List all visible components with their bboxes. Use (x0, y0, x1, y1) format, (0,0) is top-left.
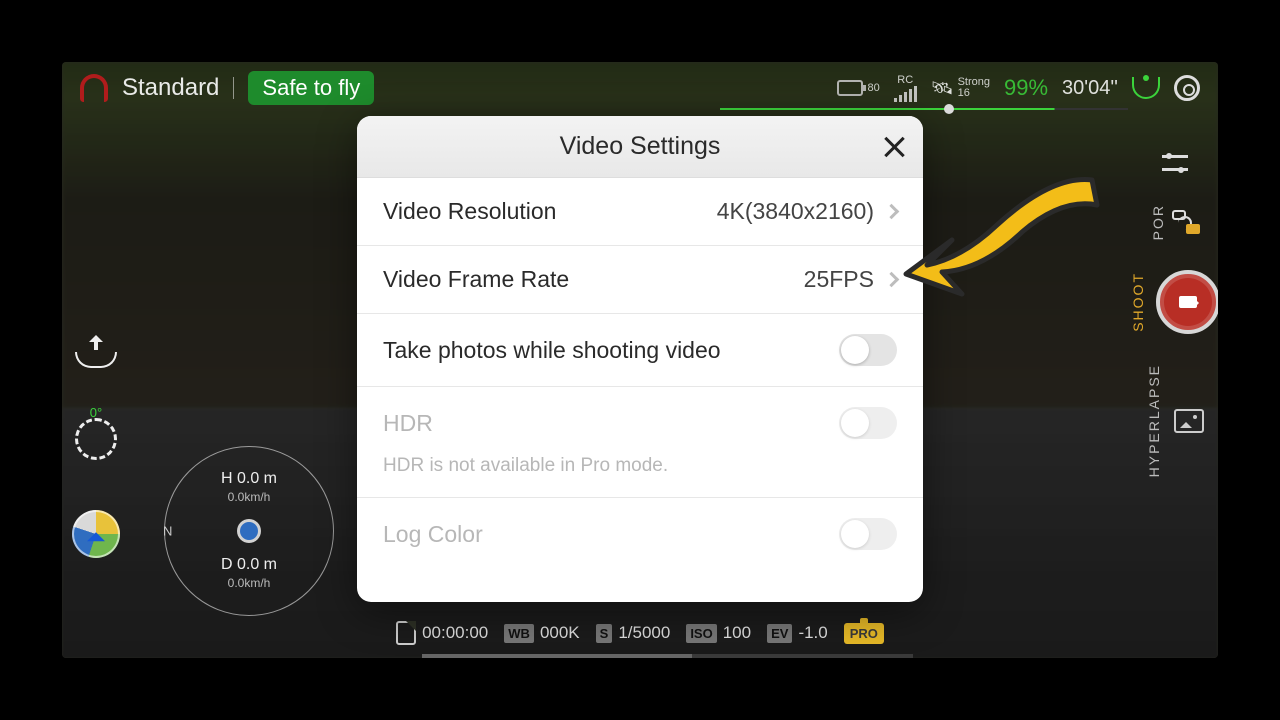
ev-setting[interactable]: EV-1.0 (767, 623, 828, 643)
flight-mode-label[interactable]: Standard (122, 74, 219, 102)
hdr-subtext: HDR is not available in Pro mode. (383, 455, 897, 477)
top-status-bar: Standard Safe to fly 80 RC 🛰 Strong16 99… (62, 62, 1218, 114)
video-camera-icon (1179, 296, 1197, 308)
remaining-flight-time: 30'04'' (1062, 77, 1118, 100)
photo-video-switch-icon[interactable] (1172, 210, 1200, 234)
drone-app-screen: Standard Safe to fly 80 RC 🛰 Strong16 99… (62, 62, 1218, 658)
modal-header: Video Settings (357, 116, 923, 178)
row-hdr: HDR HDR is not available in Pro mode. (357, 387, 923, 498)
close-icon[interactable] (881, 134, 907, 160)
battery-percent: 99% (1004, 75, 1048, 101)
iso-setting[interactable]: ISO100 (686, 623, 751, 643)
shutter-speed[interactable]: S1/5000 (596, 623, 671, 643)
distance-readout: D 0.0 m0.0km/h (165, 556, 333, 592)
row-video-framerate[interactable]: Video Frame Rate 25FPS (357, 246, 923, 314)
altitude-readout: H 0.0 m0.0km/h (165, 470, 333, 506)
telemetry-compass[interactable]: N H 0.0 m0.0km/h D 0.0 m0.0km/h (164, 446, 334, 616)
row-log-color: Log Color (357, 498, 923, 570)
battery-timeline-marker (944, 104, 954, 114)
toggle-photos-while-video[interactable] (839, 334, 897, 366)
satellite-icon: 🛰 (931, 78, 954, 99)
sd-card-icon (396, 621, 416, 645)
signal-bars-icon (894, 86, 917, 102)
mode-label-shoot: SHOOT (1130, 272, 1146, 332)
pro-mode-badge[interactable]: PRO (844, 623, 884, 644)
chevron-right-icon (884, 204, 900, 220)
drone-position-dot (240, 522, 258, 540)
frequency-icon[interactable] (1132, 77, 1160, 99)
gps-indicator: 🛰 Strong16 (931, 77, 990, 99)
battery-timeline (720, 108, 1128, 110)
right-toolbar: POR SHOOT HYPERLAPSE (1140, 152, 1210, 478)
row-video-resolution[interactable]: Video Resolution 4K(3840x2160) (357, 178, 923, 246)
sd-battery-indicator: 80 (837, 80, 879, 96)
chevron-right-icon (884, 272, 900, 288)
map-thumbnail[interactable] (72, 510, 120, 558)
brand-logo-icon (80, 74, 108, 102)
toggle-hdr (839, 407, 897, 439)
flight-status-pill[interactable]: Safe to fly (248, 71, 374, 105)
params-scrollbar[interactable] (422, 654, 913, 658)
battery-icon (837, 80, 863, 96)
toggle-log-color (839, 518, 897, 550)
mode-label-por: POR (1150, 204, 1166, 240)
north-mark: N (163, 524, 172, 539)
sd-rec-time: 00:00:00 (396, 621, 488, 645)
row-photos-while-video: Take photos while shooting video (357, 314, 923, 387)
takeoff-icon[interactable] (75, 332, 117, 368)
white-balance[interactable]: WB000K (504, 623, 579, 643)
gimbal-heading-icon[interactable]: 0° (75, 418, 117, 460)
camera-sliders-icon[interactable] (1162, 152, 1188, 174)
camera-params-bar: 00:00:00 WB000K S1/5000 ISO100 EV-1.0 PR… (62, 608, 1218, 658)
rc-signal-indicator: RC (894, 74, 917, 102)
gallery-icon[interactable] (1174, 409, 1204, 433)
record-button[interactable] (1156, 270, 1218, 334)
settings-gear-icon[interactable] (1174, 75, 1200, 101)
video-settings-modal: Video Settings Video Resolution 4K(3840x… (357, 116, 923, 602)
left-toolbar: 0° (72, 332, 120, 558)
modal-title: Video Settings (560, 132, 721, 161)
mode-label-hyperlapse: HYPERLAPSE (1146, 364, 1162, 477)
